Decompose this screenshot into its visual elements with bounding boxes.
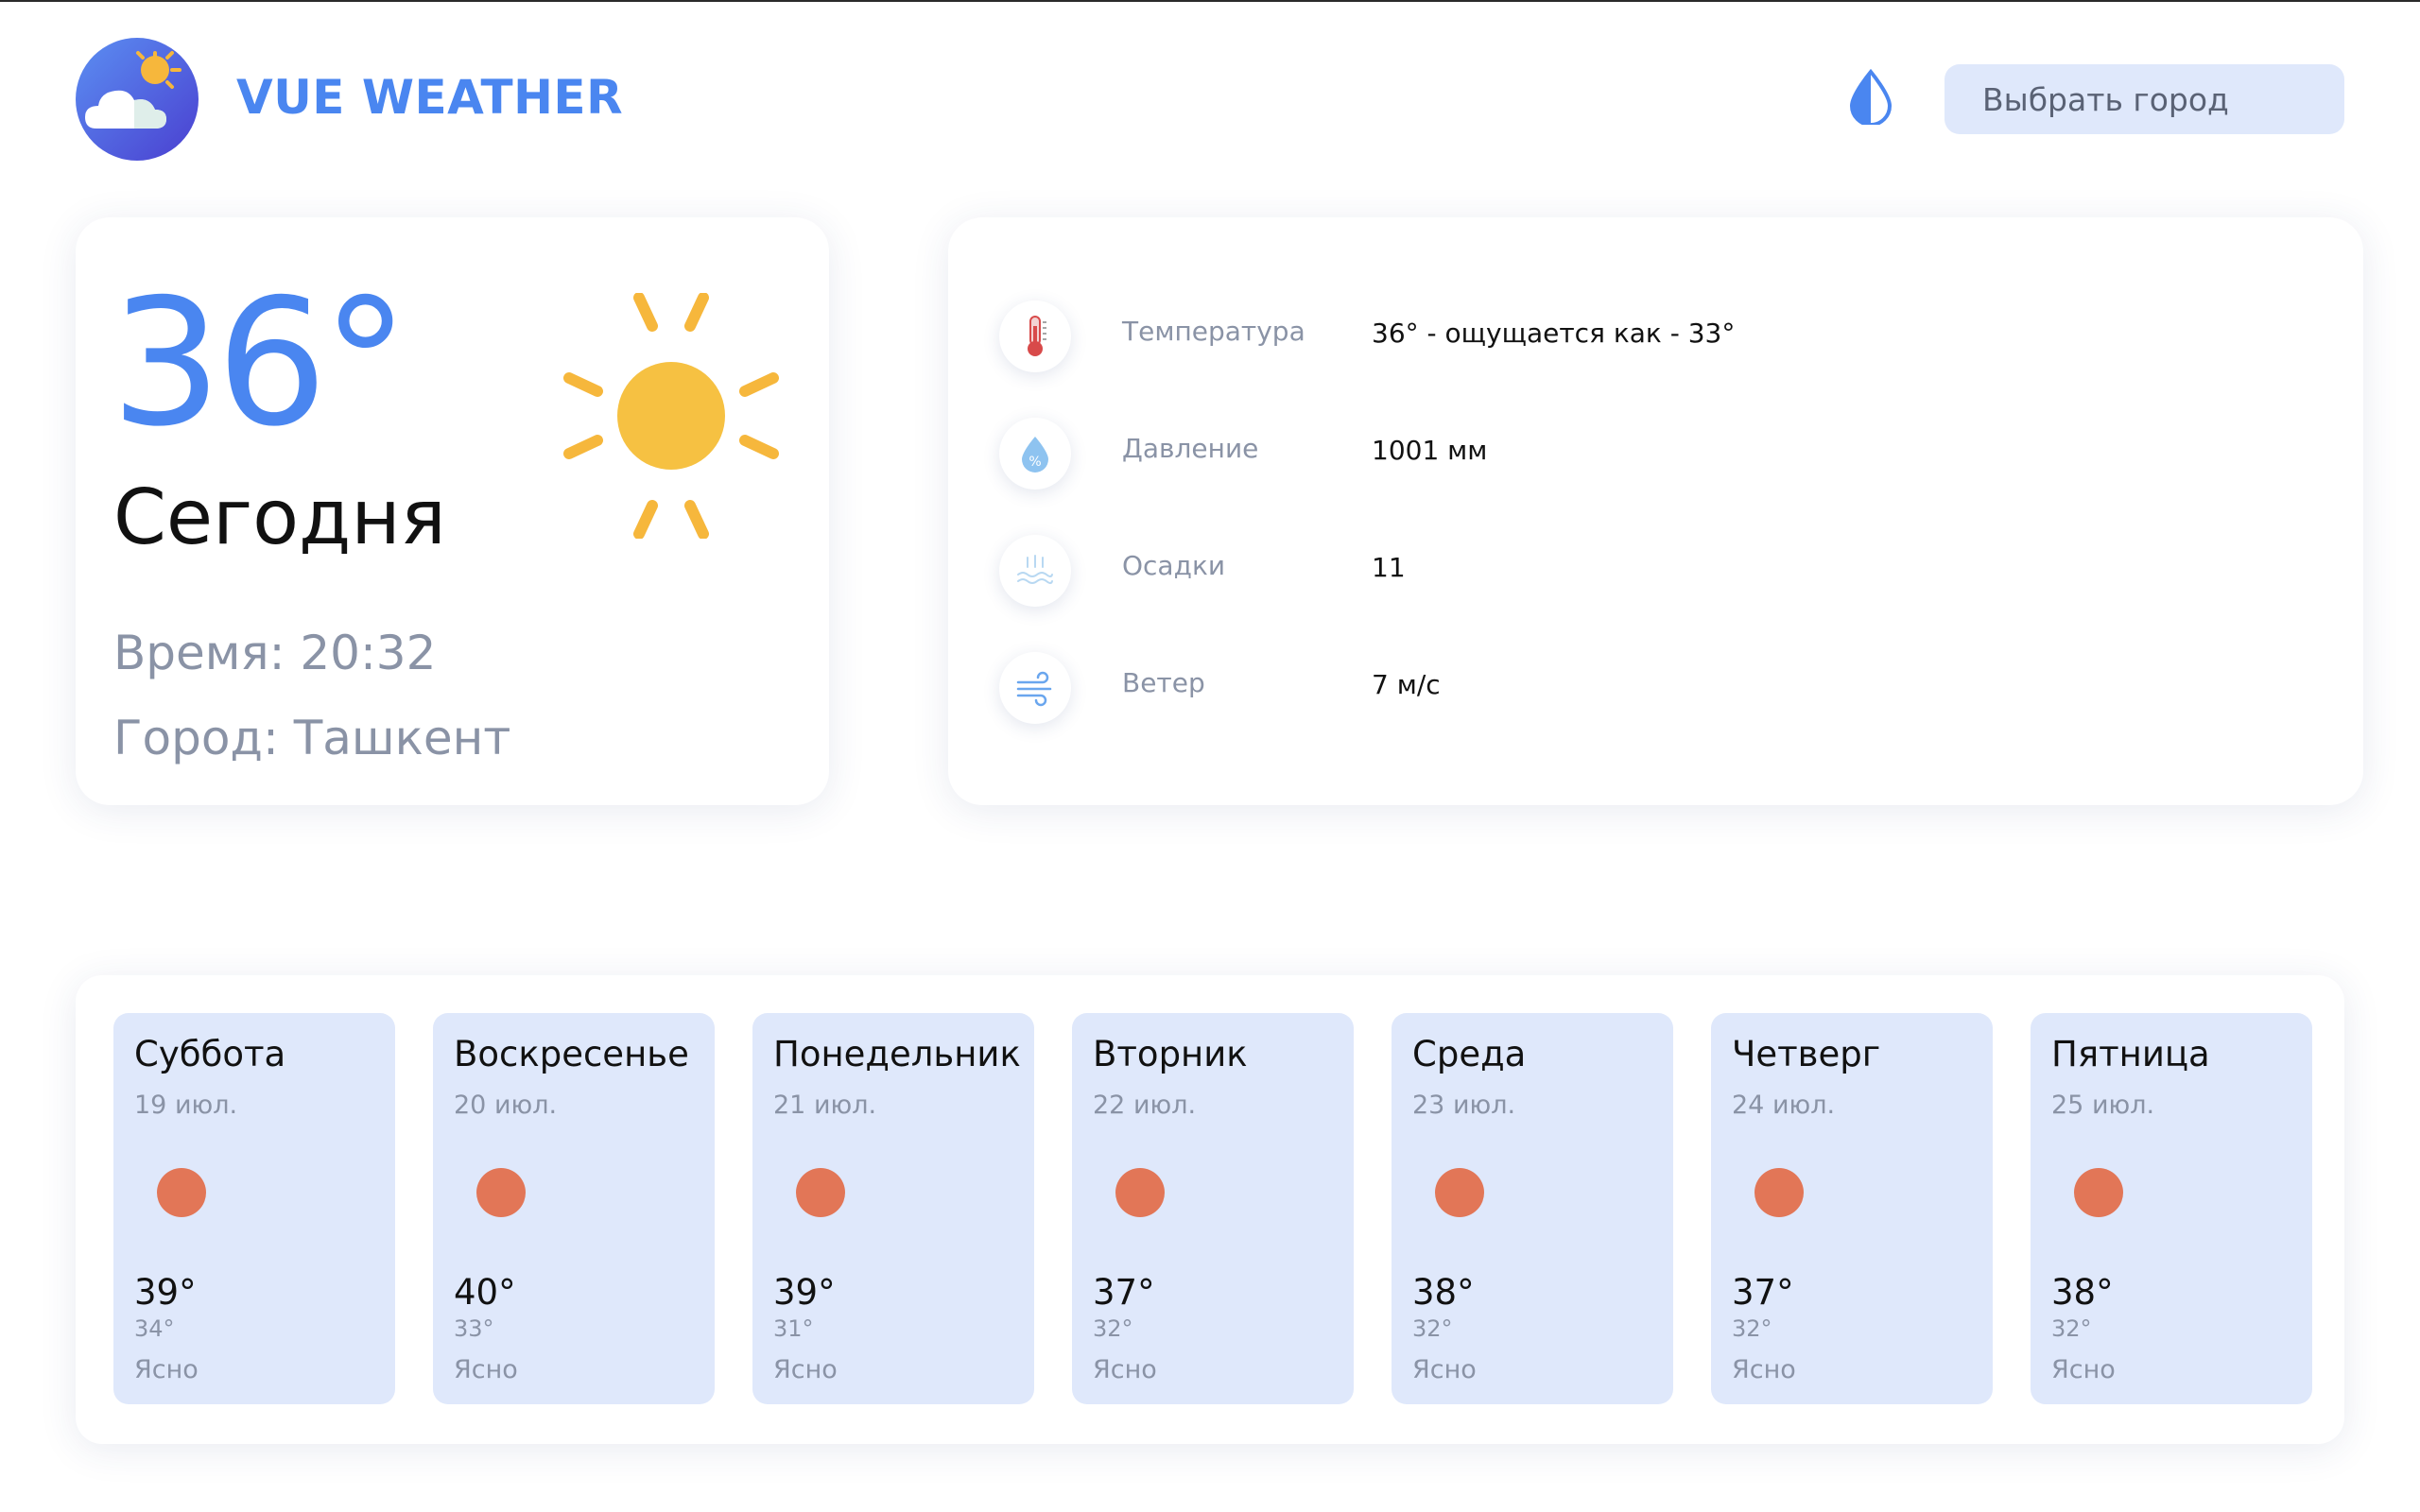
app-title: VUE WEATHER <box>236 70 624 125</box>
detail-label: Температура <box>1122 316 1305 347</box>
forecast-day-tile[interactable]: Понедельник 21 июл. 39° 31° Ясно <box>752 1013 1034 1404</box>
window-top-border <box>0 0 2420 2</box>
precipitation-icon <box>999 535 1071 607</box>
svg-text:%: % <box>1028 455 1041 470</box>
detail-label: Осадки <box>1122 550 1226 581</box>
sun-icon <box>1115 1168 1165 1217</box>
day-condition: Ясно <box>773 1355 838 1384</box>
day-name: Воскресенье <box>454 1034 689 1074</box>
day-min-temp: 34° <box>134 1315 175 1342</box>
detail-value: 36° - ощущается как - 33° <box>1372 318 1736 349</box>
detail-label: Давление <box>1122 433 1259 464</box>
day-date: 19 июл. <box>134 1091 238 1120</box>
sun-icon <box>476 1168 526 1217</box>
day-name: Понедельник <box>773 1034 1021 1074</box>
today-label: Сегодня <box>113 473 446 561</box>
sun-icon <box>1754 1168 1804 1217</box>
sun-icon <box>1435 1168 1484 1217</box>
forecast-day-tile[interactable]: Воскресенье 20 июл. 40° 33° Ясно <box>433 1013 715 1404</box>
weather-details-card: Температура 36° - ощущается как - 33° % … <box>948 217 2363 805</box>
detail-value: 7 м/с <box>1372 669 1441 700</box>
detail-row-precipitation: Осадки 11 <box>948 516 2363 620</box>
today-card: 36° Сегодня Время: 20:32 Город: Ташкент <box>76 217 829 805</box>
day-max-temp: 38° <box>1412 1272 1475 1313</box>
day-name: Четверг <box>1732 1034 1881 1074</box>
detail-row-pressure: % Давление 1001 мм <box>948 399 2363 503</box>
current-temperature: 36° <box>111 261 409 465</box>
day-condition: Ясно <box>1093 1355 1157 1384</box>
sun-icon <box>2074 1168 2123 1217</box>
detail-value: 11 <box>1372 552 1406 583</box>
day-name: Среда <box>1412 1034 1527 1074</box>
day-condition: Ясно <box>1732 1355 1796 1384</box>
day-max-temp: 40° <box>454 1272 516 1313</box>
sun-icon <box>157 1168 206 1217</box>
drop-icon[interactable] <box>1847 68 1894 125</box>
day-name: Пятница <box>2051 1034 2210 1074</box>
day-min-temp: 32° <box>2051 1315 2092 1342</box>
day-date: 20 июл. <box>454 1091 558 1120</box>
day-max-temp: 37° <box>1093 1272 1155 1313</box>
forecast-day-tile[interactable]: Пятница 25 июл. 38° 32° Ясно <box>2031 1013 2312 1404</box>
day-condition: Ясно <box>2051 1355 2116 1384</box>
day-condition: Ясно <box>134 1355 199 1384</box>
day-max-temp: 39° <box>773 1272 836 1313</box>
day-min-temp: 32° <box>1732 1315 1772 1342</box>
detail-row-temperature: Температура 36° - ощущается как - 33° <box>948 282 2363 386</box>
sun-icon <box>796 1168 845 1217</box>
detail-value: 1001 мм <box>1372 435 1488 466</box>
day-condition: Ясно <box>454 1355 518 1384</box>
day-name: Суббота <box>134 1034 286 1074</box>
day-min-temp: 32° <box>1093 1315 1133 1342</box>
wind-icon <box>999 652 1071 724</box>
day-max-temp: 39° <box>134 1272 197 1313</box>
day-max-temp: 37° <box>1732 1272 1794 1313</box>
logo-icon <box>76 38 199 161</box>
forecast-day-tile[interactable]: Среда 23 июл. 38° 32° Ясно <box>1392 1013 1673 1404</box>
detail-row-wind: Ветер 7 м/с <box>948 633 2363 737</box>
day-min-temp: 32° <box>1412 1315 1453 1342</box>
thermometer-icon <box>999 301 1071 372</box>
day-name: Вторник <box>1093 1034 1248 1074</box>
current-time: Время: 20:32 <box>113 626 437 680</box>
day-date: 21 июл. <box>773 1091 877 1120</box>
forecast-day-tile[interactable]: Вторник 22 июл. 37° 32° Ясно <box>1072 1013 1354 1404</box>
day-max-temp: 38° <box>2051 1272 2114 1313</box>
day-date: 24 июл. <box>1732 1091 1836 1120</box>
day-min-temp: 31° <box>773 1315 814 1342</box>
weekly-forecast-card: Суббота 19 июл. 39° 34° Ясно Воскресенье… <box>76 975 2344 1444</box>
select-city-button[interactable]: Выбрать город <box>1945 64 2344 134</box>
day-min-temp: 33° <box>454 1315 494 1342</box>
forecast-day-tile[interactable]: Суббота 19 июл. 39° 34° Ясно <box>113 1013 395 1404</box>
detail-label: Ветер <box>1122 667 1205 698</box>
day-condition: Ясно <box>1412 1355 1477 1384</box>
day-date: 23 июл. <box>1412 1091 1516 1120</box>
forecast-day-tile[interactable]: Четверг 24 июл. 37° 32° Ясно <box>1711 1013 1993 1404</box>
day-date: 22 июл. <box>1093 1091 1197 1120</box>
pressure-drop-icon: % <box>999 418 1071 490</box>
sun-icon <box>563 293 779 539</box>
current-city: Город: Ташкент <box>113 711 511 765</box>
day-date: 25 июл. <box>2051 1091 2155 1120</box>
